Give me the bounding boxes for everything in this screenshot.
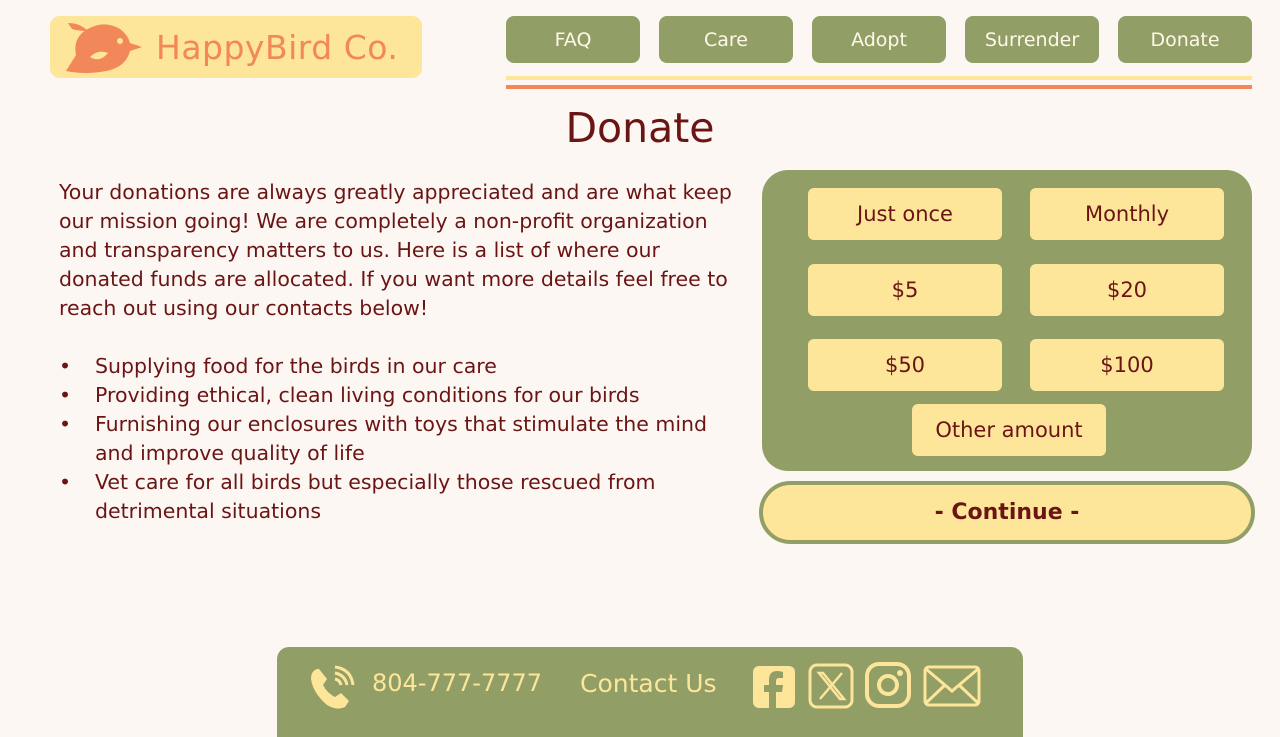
instagram-icon[interactable]: [865, 662, 911, 708]
header-divider-yellow: [506, 76, 1252, 80]
amount-50-button[interactable]: $50: [808, 339, 1002, 391]
nav-surrender-button[interactable]: Surrender: [965, 16, 1099, 63]
amount-5-button[interactable]: $5: [808, 264, 1002, 316]
just-once-button[interactable]: Just once: [808, 188, 1002, 240]
nav-faq-button[interactable]: FAQ: [506, 16, 640, 63]
donation-info: Your donations are always greatly apprec…: [59, 178, 739, 526]
nav-adopt-button[interactable]: Adopt: [812, 16, 946, 63]
list-item: • Supplying food for the birds in our car…: [59, 352, 739, 381]
list-item: • Providing ethical, clean living conditi…: [59, 381, 739, 410]
footer-contact-bar: 804-777-7777 Contact Us: [277, 647, 1023, 737]
allocation-text: Providing ethical, clean living conditio…: [95, 383, 640, 407]
bullet-icon: •: [59, 354, 72, 378]
continue-button[interactable]: - Continue -: [759, 481, 1255, 544]
facebook-icon[interactable]: [753, 666, 795, 708]
nav-donate-button[interactable]: Donate: [1118, 16, 1252, 63]
bullet-icon: •: [59, 470, 72, 494]
logo[interactable]: HappyBird Co.: [50, 16, 422, 78]
list-item: • Vet care for all birds but especially t…: [59, 468, 739, 526]
brand-name: HappyBird Co.: [156, 27, 399, 67]
phone-number[interactable]: 804-777-7777: [372, 669, 542, 697]
bullet-icon: •: [59, 412, 72, 436]
allocation-text: Vet care for all birds but especially th…: [95, 470, 656, 523]
other-amount-button[interactable]: Other amount: [912, 404, 1106, 456]
monthly-button[interactable]: Monthly: [1030, 188, 1224, 240]
x-icon[interactable]: [808, 663, 854, 709]
allocation-text: Supplying food for the birds in our care: [95, 354, 497, 378]
header-divider-orange: [506, 85, 1252, 89]
bird-logo-icon: [66, 23, 142, 73]
allocation-list: • Supplying food for the birds in our car…: [59, 352, 739, 526]
bullet-icon: •: [59, 383, 72, 407]
contact-us-label: Contact Us: [580, 669, 717, 698]
amount-100-button[interactable]: $100: [1030, 339, 1224, 391]
nav-care-button[interactable]: Care: [659, 16, 793, 63]
amount-20-button[interactable]: $20: [1030, 264, 1224, 316]
list-item: • Furnishing our enclosures with toys tha…: [59, 410, 739, 468]
page-title: Donate: [565, 104, 715, 152]
allocation-text: Furnishing our enclosures with toys that…: [95, 412, 708, 465]
mail-icon[interactable]: [923, 665, 981, 707]
main-nav: FAQ Care Adopt Surrender Donate: [506, 16, 1252, 64]
donation-options-panel: Just once Monthly $5 $20 $50 $100 Other …: [762, 170, 1252, 471]
intro-paragraph: Your donations are always greatly apprec…: [59, 180, 732, 320]
phone-icon[interactable]: [309, 665, 355, 711]
